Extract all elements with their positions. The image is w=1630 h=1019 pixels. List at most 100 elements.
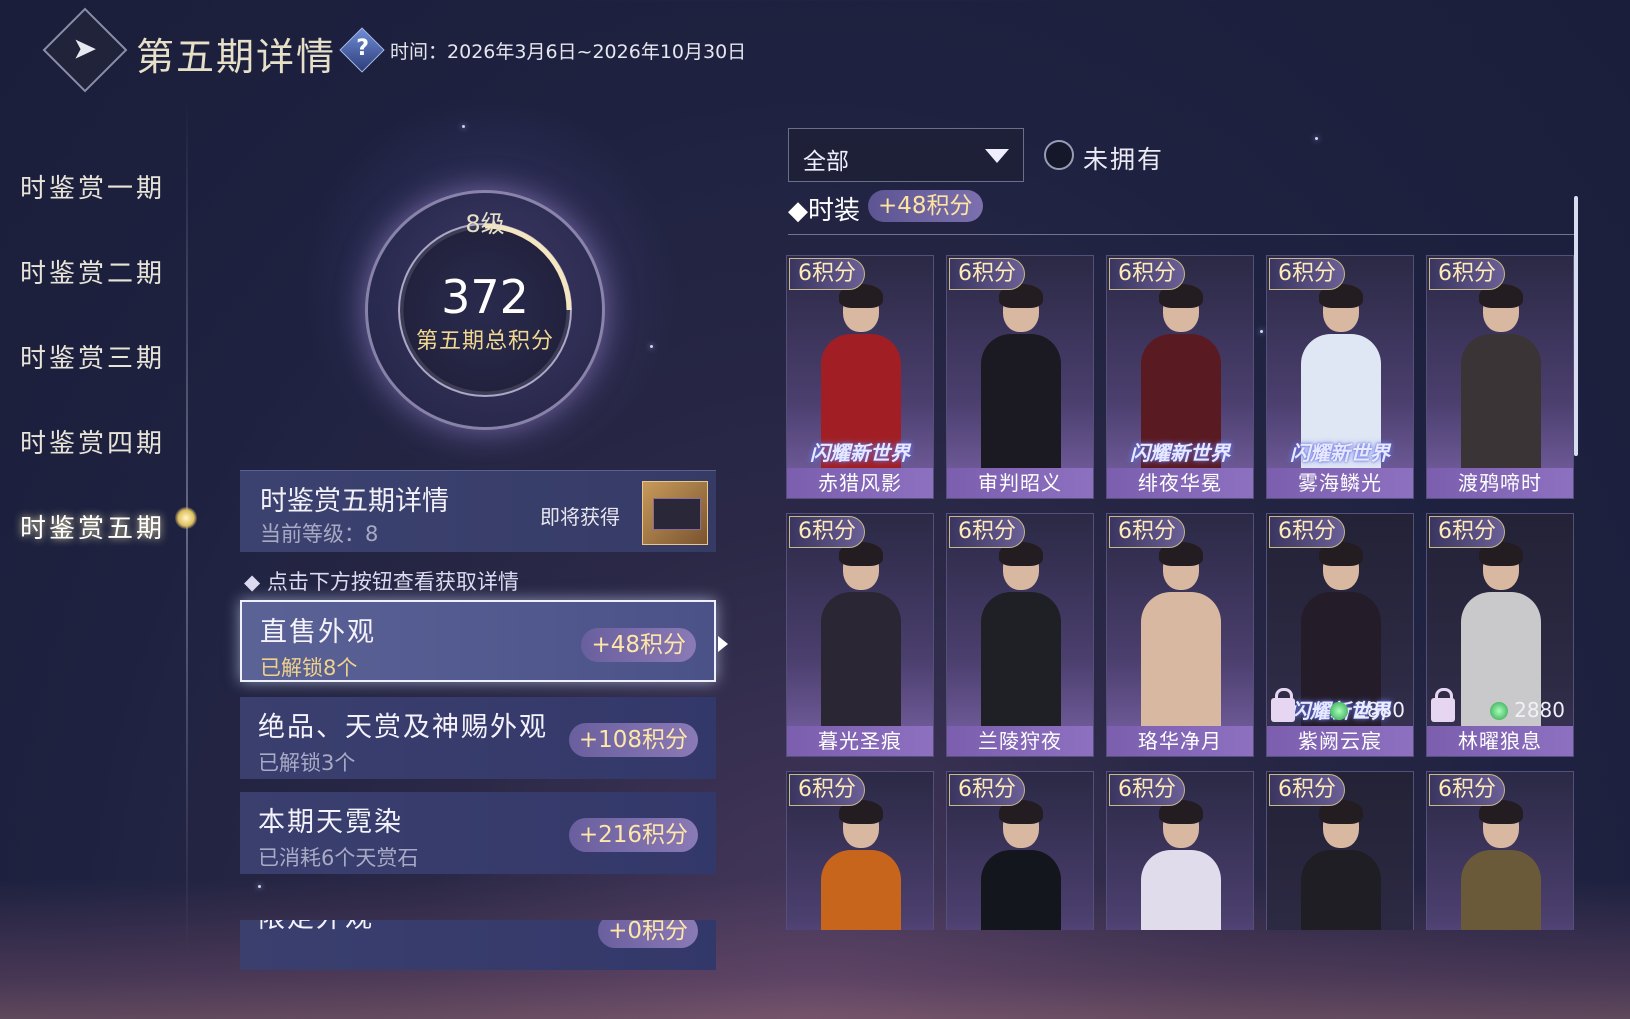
outfit-figure	[977, 800, 1065, 930]
outfit-card[interactable]: 6积分 2880 林曜狼息	[1426, 513, 1574, 757]
category-title: 限定外观	[258, 920, 374, 935]
outfit-card[interactable]: 6积分	[1426, 771, 1574, 930]
back-button[interactable]: ➤	[42, 7, 128, 93]
sidebar-item-period-3[interactable]: 时鉴赏三期	[20, 338, 165, 375]
detail-title: 时鉴赏五期详情	[260, 486, 449, 517]
score-level: 8级	[465, 210, 505, 238]
outfit-card[interactable]: 6积分	[1106, 771, 1254, 930]
outfit-price: 2880	[1490, 698, 1565, 722]
sidebar-item-period-1[interactable]: 时鉴赏一期	[20, 168, 165, 205]
category-title: 绝品、天赏及神赐外观	[258, 712, 548, 743]
category-limited[interactable]: 限定外观 +0积分	[240, 920, 716, 970]
outfit-points-badge: 6积分	[789, 516, 865, 548]
outfit-card[interactable]: 6积分	[786, 771, 934, 930]
category-title: 直售外观	[260, 617, 376, 648]
outfit-points-badge: 6积分	[1269, 258, 1345, 290]
category-direct-sale[interactable]: 直售外观 已解锁8个 +48积分	[240, 600, 728, 682]
time-value: 2026年3月6日~2026年10月30日	[447, 41, 747, 63]
outfit-points-badge: 6积分	[949, 516, 1025, 548]
outfit-card[interactable]: 6积分兰陵狩夜	[946, 513, 1094, 757]
outfit-points-badge: 6积分	[1109, 774, 1185, 806]
outfit-card[interactable]: 6积分闪耀新世界赤猎风影	[786, 255, 934, 499]
outfit-points-badge: 6积分	[1429, 516, 1505, 548]
chevron-down-icon	[985, 149, 1009, 163]
category-sub: 已消耗6个天赏石	[258, 846, 419, 870]
outfit-points-badge: 6积分	[1109, 258, 1185, 290]
lock-icon	[1431, 688, 1455, 722]
outfit-points-badge: 6积分	[1269, 774, 1345, 806]
not-owned-radio[interactable]	[1044, 140, 1074, 170]
question-icon: ?	[356, 36, 370, 62]
outfit-points-badge: 6积分	[949, 258, 1025, 290]
outfit-card[interactable]: 6积分 闪耀新世界 2880 紫阙云宸	[1266, 513, 1414, 757]
outfit-figure	[817, 542, 905, 732]
soon-label: 即将获得	[540, 505, 620, 529]
outfit-figure	[817, 800, 905, 930]
outfit-name: 暮光圣痕	[787, 726, 933, 756]
outfit-name: 兰陵狩夜	[947, 726, 1093, 756]
period-detail-card[interactable]: 时鉴赏五期详情 当前等级：8 即将获得	[240, 470, 716, 552]
category-sub: 已解锁8个	[260, 656, 358, 680]
outfit-name: 绯夜华冕	[1107, 468, 1253, 498]
outfit-figure	[1137, 542, 1225, 732]
shining-world-logo: 闪耀新世界	[1130, 441, 1230, 465]
category-list-clip: 限定外观 +0积分	[230, 920, 730, 1019]
outfit-price: 2880	[1330, 698, 1405, 722]
time-range: 时间：2026年3月6日~2026年10月30日	[390, 37, 746, 64]
outfit-name: 渡鸦啼时	[1427, 468, 1573, 498]
outfit-card[interactable]: 6积分暮光圣痕	[786, 513, 934, 757]
section-divider	[788, 234, 1574, 235]
outfit-card[interactable]: 6积分渡鸦啼时	[1426, 255, 1574, 499]
category-points: +108积分	[568, 723, 698, 757]
category-dye[interactable]: 本期天霓染 已消耗6个天赏石 +216积分	[240, 792, 716, 874]
shining-world-logo: 闪耀新世界	[810, 441, 910, 465]
sidebar-item-period-5[interactable]: 时鉴赏五期	[20, 508, 165, 545]
help-button[interactable]: ?	[339, 27, 385, 73]
sidebar-item-period-4[interactable]: 时鉴赏四期	[20, 423, 165, 460]
outfit-points-badge: 6积分	[1109, 516, 1185, 548]
outfit-card[interactable]: 6积分	[1266, 771, 1414, 930]
outfit-points-badge: 6积分	[789, 774, 865, 806]
outfit-card[interactable]: 6积分 珞华净月	[1106, 513, 1254, 757]
outfit-figure	[1297, 800, 1385, 930]
section-title: ◆时装	[788, 196, 861, 226]
hint-text: ◆ 点击下方按钮查看获取详情	[244, 570, 519, 594]
outfit-points-badge: 6积分	[1429, 258, 1505, 290]
category-sub: 已解锁3个	[258, 751, 356, 775]
outfit-grid: 6积分 闪耀新世界 赤猎风影 6积分 审判昭义 6积分 闪耀新世界 绯夜华冕 6积分 闪耀新世界雾…	[786, 255, 1576, 930]
reward-item-icon[interactable]	[642, 481, 708, 545]
lock-icon	[1271, 688, 1295, 722]
hint-label: 点击下方按钮查看获取详情	[266, 570, 519, 594]
outfit-card[interactable]: 6积分审判昭义	[946, 255, 1094, 499]
current-level: 当前等级：8	[260, 522, 379, 546]
outfit-figure	[1457, 800, 1545, 930]
outfit-card[interactable]: 6积分 闪耀新世界 雾海鳞光	[1266, 255, 1414, 499]
outfit-name: 审判昭义	[947, 468, 1093, 498]
selected-arrow-icon	[718, 636, 728, 652]
outfit-points-badge: 6积分	[949, 774, 1025, 806]
category-points: +48积分	[581, 628, 696, 662]
section-label: 时装	[808, 196, 861, 226]
outfit-name: 赤猎风影	[787, 468, 933, 498]
score-label: 第五期总积分	[415, 329, 554, 354]
section-points: +48积分	[868, 190, 983, 222]
dropdown-value: 全部	[803, 149, 849, 175]
outfit-points-badge: 6积分	[789, 258, 865, 290]
outfit-figure	[1457, 284, 1545, 474]
filter-dropdown[interactable]: 全部	[788, 128, 1024, 182]
outfit-name: 林曜狼息	[1427, 726, 1573, 756]
outfit-figure	[977, 542, 1065, 732]
outfit-card[interactable]: 6积分闪耀新世界绯夜华冕	[1106, 255, 1254, 499]
category-points: +0积分	[598, 920, 698, 948]
time-label: 时间：	[390, 41, 448, 63]
outfit-points-badge: 6积分	[1269, 516, 1345, 548]
category-premium[interactable]: 绝品、天赏及神赐外观 已解锁3个 +108积分	[240, 697, 716, 779]
page-title: 第五期详情	[136, 35, 337, 79]
outfit-name: 紫阙云宸	[1267, 726, 1413, 756]
outfit-card[interactable]: 6积分	[946, 771, 1094, 930]
active-indicator-icon	[175, 507, 197, 529]
not-owned-label[interactable]: 未拥有	[1083, 140, 1164, 176]
category-points: +216积分	[568, 818, 698, 852]
sidebar-item-period-2[interactable]: 时鉴赏二期	[20, 253, 165, 290]
category-title: 本期天霓染	[258, 807, 403, 838]
